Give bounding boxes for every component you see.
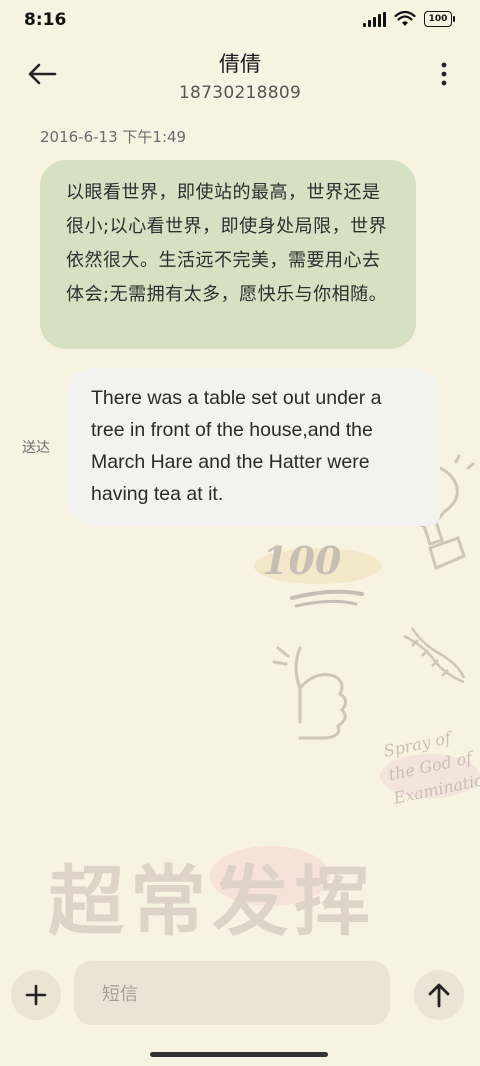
- add-attachment-button[interactable]: [11, 970, 61, 1020]
- score-100-illustration: 100: [262, 538, 342, 583]
- contact-name[interactable]: 倩倩: [0, 48, 480, 78]
- contact-phone-number[interactable]: 18730218809: [0, 83, 480, 103]
- incoming-message-bubble[interactable]: 以眼看世界，即使站的最高，世界还是很小;以心看世界，即使身处局限，世界依然很大。…: [40, 160, 416, 349]
- spray-line-2: the God of: [386, 748, 474, 785]
- spray-slogan: Spray of the God of Examinatio: [382, 721, 480, 810]
- theme-slogan: 超常发挥: [48, 857, 376, 946]
- more-vertical-icon: [441, 62, 447, 86]
- battery-icon: 100: [424, 11, 455, 27]
- dna-illustration: [403, 627, 466, 684]
- delivery-status: 送达: [22, 440, 50, 456]
- arrow-up-icon: [428, 983, 450, 1008]
- compose-bar: 短信: [0, 958, 480, 1028]
- status-bar: 8:16 100: [0, 0, 480, 40]
- message-input-placeholder: 短信: [102, 984, 138, 1005]
- status-time: 8:16: [24, 10, 67, 30]
- spray-line-3: Examinatio: [391, 770, 480, 808]
- spray-line-1: Spray of: [381, 728, 453, 761]
- wifi-icon: [394, 11, 416, 26]
- more-options-button[interactable]: [434, 56, 454, 92]
- outgoing-message-bubble[interactable]: There was a table set out under a tree i…: [66, 368, 440, 526]
- send-button[interactable]: [414, 970, 464, 1020]
- message-timestamp: 2016-6-13 下午1:49: [40, 128, 187, 146]
- signal-icon: [363, 11, 386, 27]
- thumbs-up-illustration: [272, 646, 347, 740]
- plus-icon: [25, 984, 47, 1006]
- status-icons: 100: [363, 11, 455, 27]
- home-indicator[interactable]: [150, 1052, 328, 1057]
- conversation-header: 倩倩 18730218809: [0, 40, 480, 110]
- message-input[interactable]: 短信: [74, 961, 390, 1025]
